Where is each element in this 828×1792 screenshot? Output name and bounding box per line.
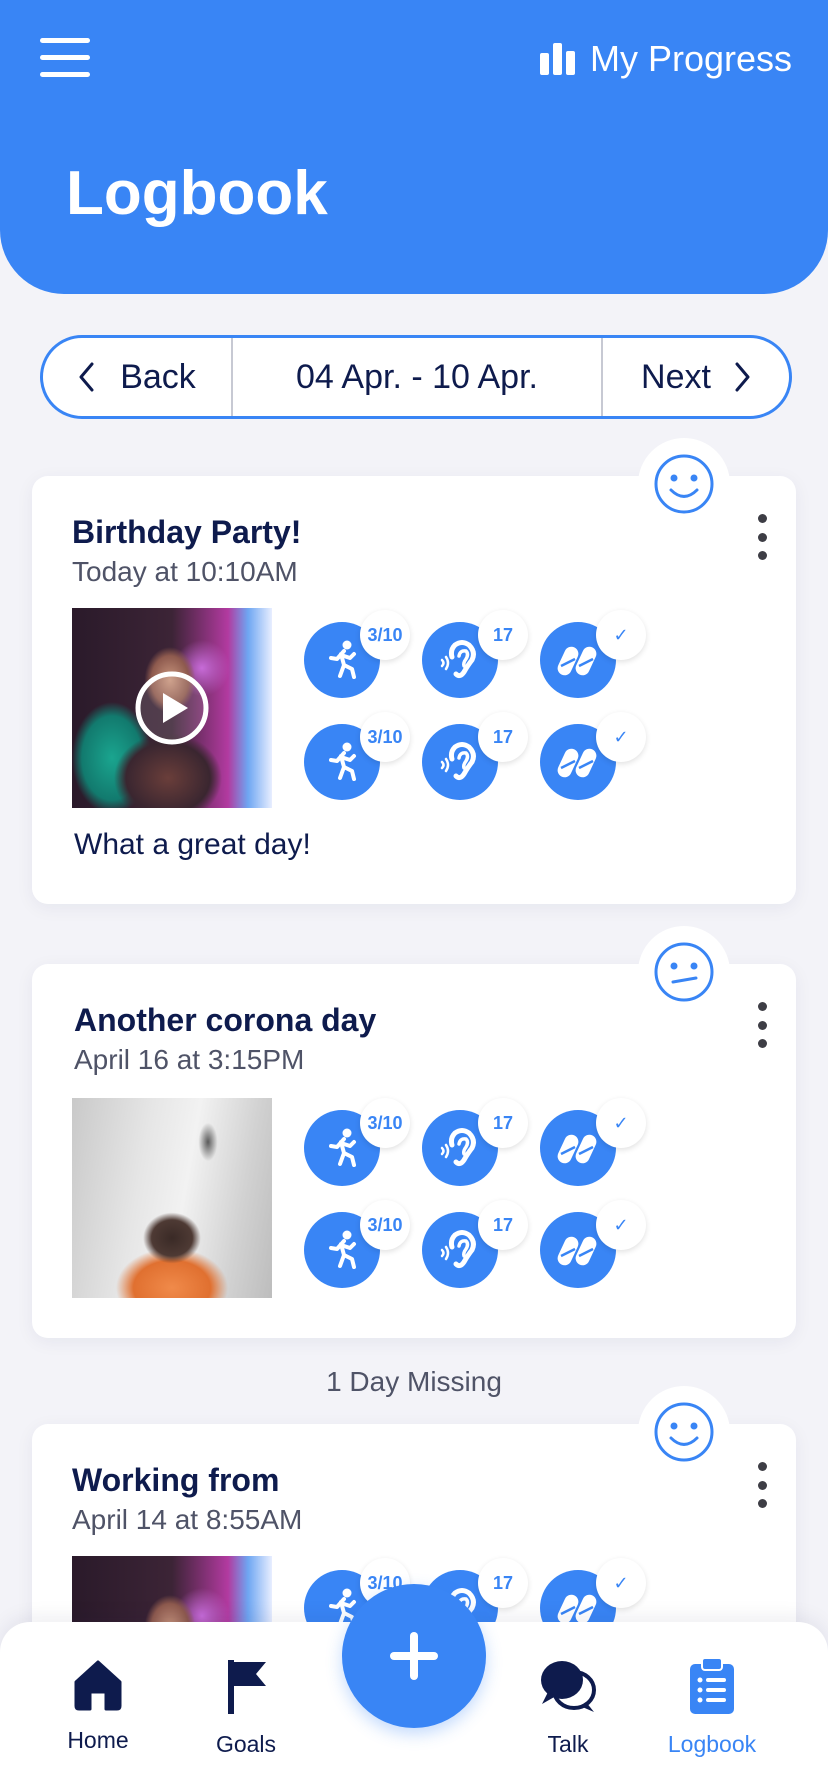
hearing-icon <box>440 1230 476 1269</box>
back-button[interactable]: Back <box>43 338 233 416</box>
hearing-metric[interactable]: 17 <box>422 1098 552 1186</box>
my-progress-label: My Progress <box>589 38 792 79</box>
next-label: Next <box>641 357 711 396</box>
medication-metric[interactable]: ✓ <box>540 1200 670 1288</box>
flag-icon <box>228 1660 266 1714</box>
entry-note: What a great day! <box>74 828 311 861</box>
metric-value: 17 <box>478 1098 528 1148</box>
metric-value: 3/10 <box>360 1098 410 1148</box>
mood-happy-badge[interactable] <box>638 1386 730 1478</box>
medication-metric[interactable]: ✓ <box>540 610 670 698</box>
back-label: Back <box>120 357 196 396</box>
more-options-icon[interactable] <box>754 1002 770 1048</box>
play-icon <box>135 671 209 745</box>
happy-face-icon <box>654 454 714 514</box>
hearing-icon <box>440 1128 476 1167</box>
metric-value: 3/10 <box>360 1200 410 1250</box>
entry-title: Another corona day <box>74 1002 377 1038</box>
pills-icon <box>557 1134 597 1164</box>
entry-time: Today at 10:10AM <box>72 556 298 587</box>
clipboard-icon <box>690 1657 734 1714</box>
more-options-icon[interactable] <box>754 1462 770 1508</box>
pills-icon <box>557 1236 597 1266</box>
nav-goals-label: Goals <box>215 1731 277 1757</box>
metric-check: ✓ <box>596 1098 646 1148</box>
nav-home[interactable]: Home <box>28 1656 168 1754</box>
hearing-icon <box>440 742 476 781</box>
nav-logbook-label: Logbook <box>667 1731 757 1757</box>
metric-value: 17 <box>478 1200 528 1250</box>
medication-metric[interactable]: ✓ <box>540 1098 670 1186</box>
next-button[interactable]: Next <box>601 338 789 416</box>
header: My Progress Logbook <box>0 0 828 294</box>
metric-value: 3/10 <box>360 712 410 762</box>
pills-icon <box>557 646 597 676</box>
hearing-metric[interactable]: 17 <box>422 610 552 698</box>
pills-icon <box>557 748 597 778</box>
nav-talk-label: Talk <box>547 1731 589 1757</box>
chevron-left-icon <box>79 362 94 392</box>
activity-metric[interactable]: 3/10 <box>304 1200 434 1288</box>
activity-metric[interactable]: 3/10 <box>304 610 434 698</box>
hamburger-icon[interactable] <box>40 38 92 78</box>
entry-time: April 14 at 8:55AM <box>72 1504 303 1535</box>
happy-face-icon <box>654 1402 714 1462</box>
chat-icon <box>541 1661 596 1712</box>
running-icon <box>329 640 356 679</box>
mood-happy-badge[interactable] <box>638 438 730 530</box>
plus-icon <box>390 1632 438 1680</box>
activity-metric[interactable]: 3/10 <box>304 1098 434 1186</box>
more-options-icon[interactable] <box>754 514 770 560</box>
date-range: 04 Apr. - 10 Apr. <box>296 357 538 396</box>
metric-check: ✓ <box>596 1558 646 1608</box>
my-progress-button[interactable]: My Progress <box>539 38 792 80</box>
week-navigator: Back 04 Apr. - 10 Apr. Next <box>40 335 792 419</box>
nav-talk[interactable]: Talk <box>498 1656 638 1758</box>
medication-metric[interactable]: ✓ <box>540 712 670 800</box>
nav-logbook[interactable]: Logbook <box>642 1656 782 1758</box>
metric-value: 17 <box>478 1558 528 1608</box>
metrics-grid: 3/10 17 ✓ 3/10 17 ✓ <box>304 1098 704 1292</box>
entry-video-thumbnail[interactable] <box>72 608 272 808</box>
home-icon <box>74 1660 122 1711</box>
metric-value: 17 <box>478 712 528 762</box>
metric-value: 17 <box>478 610 528 660</box>
nav-home-label: Home <box>67 1727 129 1753</box>
bar-chart-icon <box>539 43 575 75</box>
hearing-icon <box>440 640 476 679</box>
metrics-grid: 3/10 17 ✓ 3/10 17 ✓ <box>304 610 704 804</box>
logbook-entry-card[interactable]: Another corona day April 16 at 3:15PM 3/… <box>32 926 796 1338</box>
metric-check: ✓ <box>596 1200 646 1250</box>
page-title: Logbook <box>66 159 328 228</box>
neutral-face-icon <box>654 942 714 1002</box>
running-icon <box>329 742 356 781</box>
chevron-right-icon <box>735 362 750 392</box>
entry-time: April 16 at 3:15PM <box>74 1044 305 1075</box>
nav-goals[interactable]: Goals <box>176 1656 316 1758</box>
running-icon <box>329 1128 356 1167</box>
hearing-metric[interactable]: 17 <box>422 712 552 800</box>
mood-neutral-badge[interactable] <box>638 926 730 1018</box>
hearing-metric[interactable]: 17 <box>422 1200 552 1288</box>
running-icon <box>329 1230 356 1269</box>
entry-title: Working from <box>72 1462 280 1498</box>
metric-value: 3/10 <box>360 610 410 660</box>
entry-title: Birthday Party! <box>72 514 302 550</box>
add-entry-button[interactable] <box>342 1584 486 1728</box>
activity-metric[interactable]: 3/10 <box>304 712 434 800</box>
logbook-entry-card[interactable]: Birthday Party! Today at 10:10AM 3/10 17… <box>32 438 796 904</box>
metric-check: ✓ <box>596 610 646 660</box>
metric-check: ✓ <box>596 712 646 762</box>
entry-photo-thumbnail[interactable] <box>72 1098 272 1298</box>
